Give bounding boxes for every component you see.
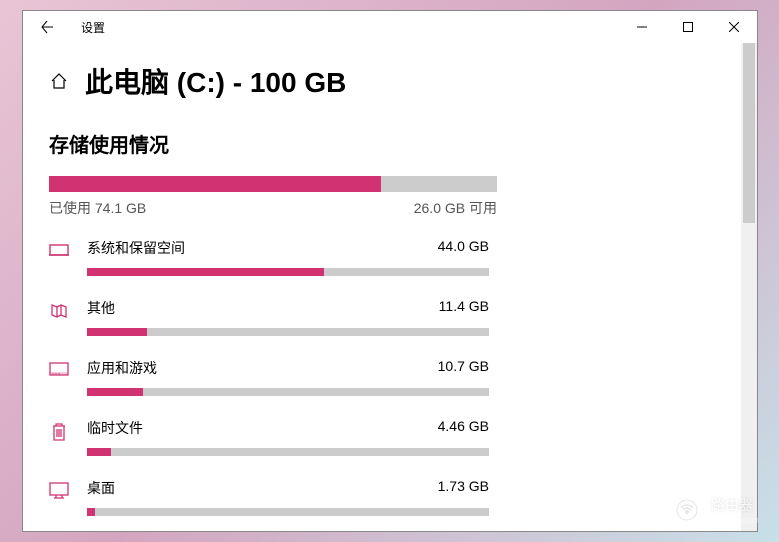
category-bar — [87, 388, 489, 396]
back-button[interactable] — [31, 11, 63, 43]
storage-labels: 已使用 74.1 GB 26.0 GB 可用 — [49, 198, 497, 218]
watermark-text: 路由器 — [711, 495, 759, 515]
category-size: 44.0 GB — [438, 238, 489, 258]
category-name: 桌面 — [87, 478, 115, 498]
settings-window: 设置 此电脑 (C:) - 100 GB 存储使用情况 — [22, 10, 758, 532]
scrollbar[interactable] — [741, 43, 757, 531]
maximize-icon — [683, 22, 693, 32]
used-label: 已使用 74.1 GB — [49, 198, 146, 218]
section-title: 存储使用情况 — [49, 129, 731, 158]
pc-icon — [49, 238, 69, 276]
category-name: 应用和游戏 — [87, 358, 157, 378]
storage-usage-bar — [49, 176, 497, 192]
titlebar[interactable]: 设置 — [23, 11, 757, 43]
category-name: 临时文件 — [87, 418, 143, 438]
home-icon — [50, 72, 68, 90]
category-body: 应用和游戏 10.7 GB — [87, 358, 489, 396]
category-size: 4.46 GB — [438, 418, 489, 438]
category-name: 系统和保留空间 — [87, 238, 185, 258]
category-bar — [87, 508, 489, 516]
home-button[interactable] — [49, 71, 69, 91]
watermark-logo — [669, 492, 705, 528]
back-arrow-icon — [39, 19, 55, 35]
apps-icon — [49, 358, 69, 396]
window-controls — [619, 11, 757, 43]
minimize-button[interactable] — [619, 11, 665, 43]
watermark-text-wrap: 路由器 luyouqi.com — [711, 495, 759, 525]
category-size: 1.73 GB — [438, 478, 489, 498]
free-label: 26.0 GB 可用 — [414, 198, 497, 218]
storage-bar-fill — [49, 176, 381, 192]
category-body: 其他 11.4 GB — [87, 298, 489, 336]
category-apps[interactable]: 应用和游戏 10.7 GB — [49, 358, 489, 396]
monitor-icon — [49, 478, 69, 516]
category-body: 系统和保留空间 44.0 GB — [87, 238, 489, 276]
category-body: 临时文件 4.46 GB — [87, 418, 489, 456]
watermark: 路由器 luyouqi.com — [669, 492, 759, 528]
close-button[interactable] — [711, 11, 757, 43]
storage-bar-track — [49, 176, 497, 192]
maximize-button[interactable] — [665, 11, 711, 43]
category-size: 10.7 GB — [438, 358, 489, 378]
category-bar — [87, 268, 489, 276]
watermark-sub: luyouqi.com — [711, 515, 759, 525]
category-size: 11.4 GB — [439, 298, 489, 318]
trash-icon — [49, 418, 69, 456]
map-icon — [49, 298, 69, 336]
page-title: 此电脑 (C:) - 100 GB — [85, 61, 346, 101]
category-bar — [87, 448, 489, 456]
content-area: 此电脑 (C:) - 100 GB 存储使用情况 已使用 74.1 GB 26.… — [23, 43, 757, 531]
category-body: 桌面 1.73 GB — [87, 478, 489, 516]
window-title: 设置 — [81, 19, 105, 36]
category-temp[interactable]: 临时文件 4.46 GB — [49, 418, 489, 456]
category-name: 其他 — [87, 298, 115, 318]
category-system[interactable]: 系统和保留空间 44.0 GB — [49, 238, 489, 276]
category-other[interactable]: 其他 11.4 GB — [49, 298, 489, 336]
category-bar — [87, 328, 489, 336]
header-row: 此电脑 (C:) - 100 GB — [49, 61, 731, 101]
minimize-icon — [637, 22, 647, 32]
close-icon — [729, 22, 739, 32]
scrollbar-thumb[interactable] — [743, 43, 755, 223]
category-desktop[interactable]: 桌面 1.73 GB — [49, 478, 489, 516]
